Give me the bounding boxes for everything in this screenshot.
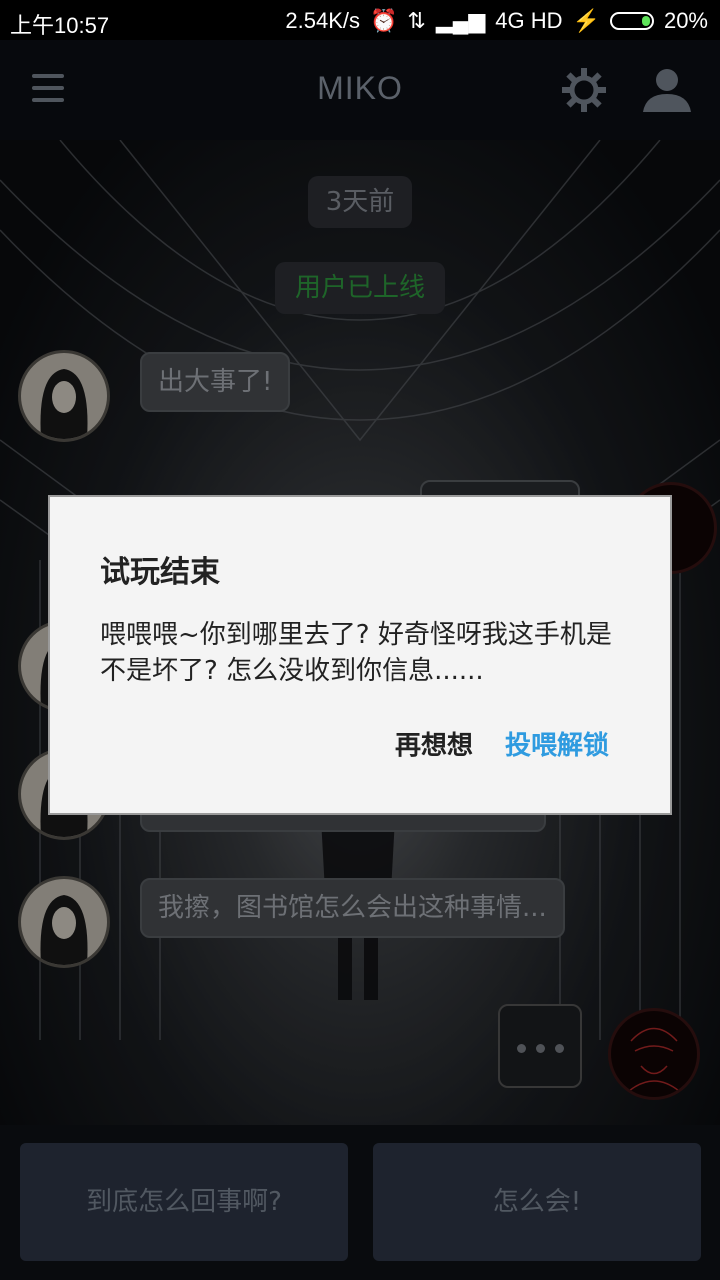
think-again-button[interactable]: 再想想	[395, 725, 473, 762]
status-right: 2.54K/s ⏰ ⇅ ▂▄▆ 4G HD ⚡ 20%	[285, 8, 708, 34]
alarm-icon: ⏰	[370, 8, 398, 33]
network-type: 4G HD	[495, 8, 563, 33]
status-bar: 上午10:57 2.54K/s ⏰ ⇅ ▂▄▆ 4G HD ⚡ 20%	[0, 0, 720, 40]
battery-icon	[609, 12, 654, 30]
network-speed: 2.54K/s	[285, 8, 361, 33]
dialog-title: 试玩结束	[100, 555, 220, 590]
data-transfer-icon: ⇅	[407, 8, 426, 33]
dialog-message: 喂喂喂~你到哪里去了? 好奇怪呀我这手机是不是坏了? 怎么没收到你信息.....…	[100, 620, 612, 686]
status-time: 上午10:57	[10, 13, 110, 38]
unlock-button[interactable]: 投喂解锁	[505, 725, 609, 762]
trial-end-dialog: 试玩结束 喂喂喂~你到哪里去了? 好奇怪呀我这手机是不是坏了? 怎么没收到你信息…	[48, 495, 672, 815]
charging-icon: ⚡	[572, 8, 600, 33]
battery-level: 20%	[663, 8, 708, 33]
signal-icon: ▂▄▆	[435, 8, 486, 33]
